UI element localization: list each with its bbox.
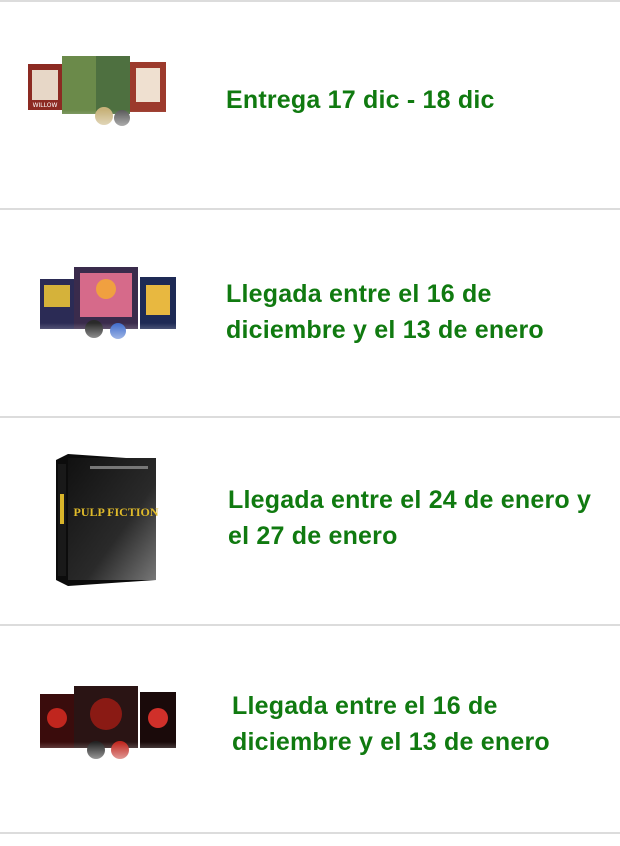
delivery-date-text: Llegada entre el 24 de enero y el 27 de … <box>228 486 592 550</box>
steelbook-collection-product-icon[interactable] <box>36 265 180 355</box>
order-item[interactable]: Llegada entre el 16 de diciembre y el 13… <box>0 626 620 832</box>
delivery-date-text: Llegada entre el 16 de diciembre y el 13… <box>232 692 550 756</box>
order-item[interactable]: WILLOW Entrega 17 dic - 18 dic <box>0 2 620 208</box>
order-item[interactable]: PULP FICTION Llegada entre el 24 de ener… <box>0 418 620 624</box>
steelbook-willow-product-icon[interactable]: WILLOW <box>24 52 172 142</box>
delivery-list: WILLOW Entrega 17 dic - 18 dic Llegada e… <box>0 0 620 846</box>
divider <box>0 832 620 834</box>
delivery-date-text: Entrega 17 dic - 18 dic <box>226 86 495 114</box>
svg-text:WILLOW: WILLOW <box>33 102 58 109</box>
delivery-date-text: Llegada entre el 16 de diciembre y el 13… <box>226 280 544 344</box>
order-item[interactable]: Llegada entre el 16 de diciembre y el 13… <box>0 210 620 416</box>
box-title-graphic: PULP FICTION <box>73 505 158 519</box>
steelbook-red-product-icon[interactable] <box>36 684 180 774</box>
pulp-fiction-box-product-icon[interactable]: PULP FICTION <box>56 454 160 590</box>
